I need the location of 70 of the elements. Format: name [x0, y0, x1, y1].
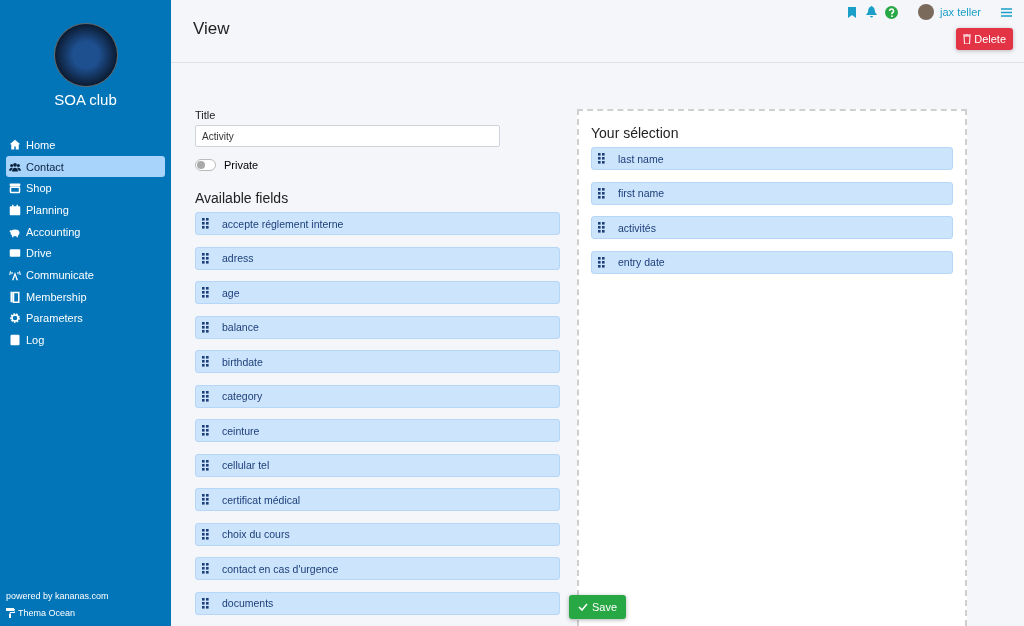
grip-icon[interactable]: [202, 528, 209, 540]
sidebar-item[interactable]: Communicate: [6, 264, 165, 286]
grip-icon[interactable]: [202, 252, 209, 264]
grip-icon[interactable]: [202, 597, 209, 609]
field-item[interactable]: contact en cas d'urgence: [195, 557, 560, 580]
private-label: Private: [224, 159, 259, 171]
help-icon[interactable]: [885, 5, 899, 19]
sidebar-item[interactable]: Log: [6, 329, 165, 351]
selection-heading: Your sélection: [591, 125, 680, 141]
theme-link[interactable]: Thema Ocean: [18, 608, 76, 618]
field-item[interactable]: adress: [195, 246, 560, 270]
field-item[interactable]: last name: [591, 147, 953, 170]
grip-icon[interactable]: [598, 222, 605, 233]
field-item[interactable]: choix du cours: [195, 522, 560, 546]
field-item[interactable]: cellular tel: [195, 453, 560, 477]
people-icon: [9, 160, 21, 173]
sidebar-item[interactable]: Planning: [6, 199, 165, 221]
bell-icon[interactable]: [866, 6, 878, 18]
field-item[interactable]: entry date: [591, 250, 953, 274]
sidebar-item[interactable]: Shop: [6, 177, 165, 200]
store-icon: [9, 182, 21, 195]
bookmark-icon[interactable]: [848, 6, 857, 18]
home-icon: [9, 138, 21, 151]
field-item[interactable]: category: [195, 384, 560, 408]
field-item[interactable]: documents: [195, 591, 560, 615]
avatar[interactable]: [918, 4, 935, 20]
title-input[interactable]: Activity: [195, 125, 500, 147]
field-item[interactable]: first name: [591, 181, 953, 205]
grip-icon[interactable]: [598, 256, 605, 268]
gear-icon: [9, 312, 21, 325]
field-item[interactable]: birthdate: [195, 350, 560, 373]
sidebar-item[interactable]: Drive: [6, 242, 165, 265]
grip-icon[interactable]: [202, 425, 209, 436]
broadcast-icon: [9, 268, 21, 281]
available-fields-heading: Available fields: [195, 190, 290, 206]
grip-icon[interactable]: [598, 153, 605, 164]
menu-icon[interactable]: [1001, 7, 1012, 17]
calendar-icon: [9, 203, 21, 216]
trash-icon: [963, 34, 972, 44]
field-item[interactable]: accepte réglement interne: [195, 212, 560, 235]
field-item[interactable]: ceinture: [195, 419, 560, 442]
sidebar-item[interactable]: Membership: [6, 285, 165, 308]
field-item[interactable]: age: [195, 281, 560, 304]
grip-icon[interactable]: [202, 459, 209, 471]
club-name: SOA club: [53, 91, 118, 108]
sidebar-item[interactable]: Home: [6, 134, 165, 156]
sidebar-item[interactable]: Contact: [6, 155, 165, 178]
title-label: Title: [195, 109, 217, 121]
hard-drive-icon: [9, 247, 21, 260]
sidebar-item[interactable]: Parameters: [6, 307, 165, 330]
field-item[interactable]: certificat médical: [195, 488, 560, 511]
powered-by-text: powered by kananas.com: [6, 591, 110, 601]
private-toggle[interactable]: [195, 159, 216, 171]
grip-icon[interactable]: [202, 356, 209, 367]
grip-icon[interactable]: [202, 494, 209, 505]
paint-roller-icon: [6, 608, 15, 618]
field-item[interactable]: balance: [195, 315, 560, 339]
delete-button[interactable]: Delete: [956, 28, 1013, 50]
grip-icon[interactable]: [202, 218, 209, 229]
sidebar-item[interactable]: Accounting: [6, 220, 165, 243]
grip-icon[interactable]: [202, 563, 209, 574]
grip-icon[interactable]: [598, 187, 605, 199]
check-icon: [578, 603, 588, 611]
field-item[interactable]: activités: [591, 216, 953, 239]
page-title: View: [193, 19, 230, 39]
book-icon: [9, 334, 21, 347]
grip-icon[interactable]: [202, 287, 209, 298]
grip-icon[interactable]: [202, 390, 209, 402]
grip-icon[interactable]: [202, 321, 209, 333]
door-icon: [9, 290, 21, 303]
